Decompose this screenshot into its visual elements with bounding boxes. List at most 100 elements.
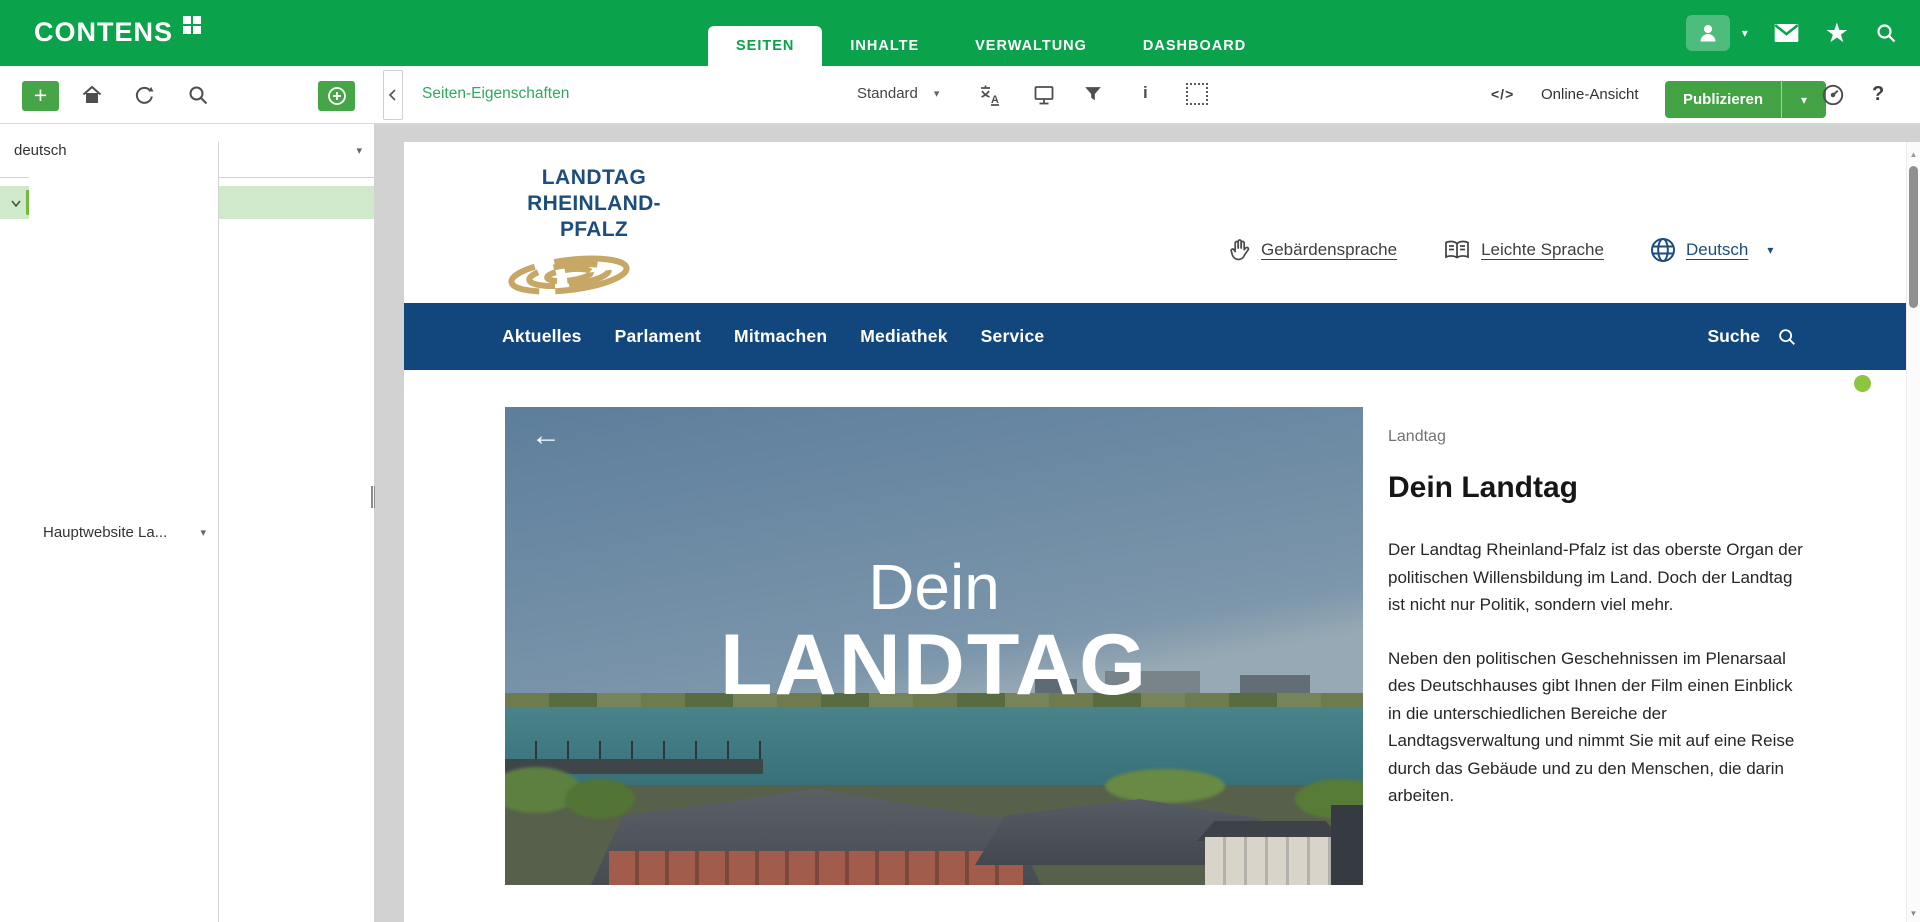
easy-language-label: Leichte Sprache	[1481, 240, 1604, 260]
preview-panel: LANDTAG RHEINLAND-PFALZ	[375, 124, 1920, 922]
brand-text: CONTENS	[34, 14, 173, 50]
site-logo-line1: LANDTAG	[502, 165, 686, 191]
chevron-left-icon	[388, 88, 398, 102]
refresh-icon[interactable]	[132, 83, 156, 107]
toolbar: + Seiten	[0, 66, 1920, 124]
favorites-star-icon[interactable]: ★	[1825, 20, 1849, 47]
hero-deutschhaus-facade	[609, 851, 1023, 885]
layout-select[interactable]: Standard ▾	[857, 85, 939, 102]
easy-language-book-icon	[1442, 238, 1472, 262]
hero-title-line2: LANDTAG	[505, 619, 1363, 711]
app-header: CONTENS SEITENINHALTEVERWALTUNGDASHBOARD…	[0, 0, 1920, 66]
new-page-button[interactable]: +	[22, 81, 59, 111]
global-search-icon[interactable]	[1874, 21, 1898, 45]
preview-monitor-icon[interactable]	[1032, 83, 1056, 107]
sign-language-hand-icon	[1228, 237, 1252, 263]
filter-icon[interactable]	[1082, 83, 1104, 105]
landtag-swirl-icon	[502, 251, 636, 299]
tab-seiten[interactable]: SEITEN	[708, 26, 822, 66]
tree-filters: Hauptwebsite La... ▾ deutsch ▾	[0, 124, 374, 178]
article-paragraph-1: Der Landtag Rheinland-Pfalz ist das ober…	[1388, 536, 1808, 619]
content-status-dot	[1854, 375, 1871, 392]
sign-language-link[interactable]: Gebärdensprache	[1228, 237, 1397, 263]
hero-video-still: ← Dein LANDTAG	[505, 407, 1363, 885]
language-switcher[interactable]: Deutsch ▾	[1649, 236, 1773, 264]
caret-down-icon: ▾	[1801, 93, 1807, 107]
tab-verwaltung[interactable]: VERWALTUNG	[947, 26, 1115, 66]
contens-cms-app: CONTENS SEITENINHALTEVERWALTUNGDASHBOARD…	[0, 0, 1920, 922]
sign-language-label: Gebärdensprache	[1261, 240, 1397, 260]
website-preview: LANDTAG RHEINLAND-PFALZ	[404, 142, 1906, 922]
site-meta-links: Gebärdensprache Leichte Sprache	[1228, 235, 1773, 265]
main-tabs: SEITENINHALTEVERWALTUNGDASHBOARD	[708, 26, 1274, 66]
caret-down-icon: ▾	[200, 526, 206, 539]
site-search-label: Suche	[1707, 326, 1760, 347]
scroll-up-arrow[interactable]: ▲	[1907, 150, 1920, 159]
caret-down-icon: ▾	[356, 144, 362, 157]
publish-split-button: Publizieren ▾	[1665, 81, 1826, 118]
help-icon[interactable]: ?	[1872, 83, 1884, 106]
top-actions: ▾ ★	[1686, 0, 1898, 66]
breadcrumb[interactable]: Seiten-Eigenschaften	[422, 85, 569, 103]
site-search[interactable]: Suche	[1707, 326, 1798, 348]
search-icon	[1776, 326, 1798, 348]
chevron-down-icon[interactable]	[6, 197, 26, 209]
language-label: Deutsch	[1686, 240, 1748, 260]
scrollbar-thumb[interactable]	[1909, 166, 1918, 308]
plus-icon: +	[34, 84, 47, 107]
site-nav-list: Aktuelles Parlament Mitmachen Mediathek Serv…	[404, 326, 1044, 347]
site-nav-aktuelles[interactable]: Aktuelles	[502, 326, 582, 347]
site-nav-parlament[interactable]: Parlament	[615, 326, 701, 347]
marquee-select-icon[interactable]	[1186, 83, 1208, 105]
website-select-value: Hauptwebsite La...	[43, 524, 167, 541]
user-menu-caret-icon[interactable]: ▾	[1742, 26, 1748, 40]
tab-inhalte[interactable]: INHALTE	[822, 26, 947, 66]
hero-title-line1: Dein	[505, 555, 1363, 619]
code-view-icon[interactable]: </>	[1491, 86, 1514, 102]
user-icon	[1696, 21, 1720, 45]
site-logo-line2: RHEINLAND-PFALZ	[502, 191, 686, 243]
globe-icon	[1649, 236, 1677, 264]
language-select-value: deutsch	[14, 142, 67, 159]
tab-dashboard[interactable]: DASHBOARD	[1115, 26, 1274, 66]
publish-button[interactable]: Publizieren	[1665, 81, 1781, 118]
page-tree-panel: Hauptwebsite La... ▾ deutsch ▾ Startseit…	[0, 124, 375, 922]
publish-label: Publizieren	[1683, 91, 1763, 108]
language-select[interactable]: deutsch ▾	[0, 124, 374, 177]
easy-language-link[interactable]: Leichte Sprache	[1442, 238, 1604, 262]
hero-trees	[565, 779, 635, 819]
chevron-down-icon: ▾	[1767, 243, 1773, 257]
performance-gauge-icon[interactable]	[1820, 82, 1846, 108]
circled-plus-icon	[326, 85, 348, 107]
add-object-button[interactable]	[318, 81, 355, 111]
article-title: Dein Landtag	[1388, 470, 1808, 506]
article-paragraph-2: Neben den politischen Geschehnissen im P…	[1388, 645, 1808, 810]
site-nav-mediathek[interactable]: Mediathek	[860, 326, 947, 347]
website-select[interactable]: Hauptwebsite La... ▾	[29, 142, 219, 922]
contens-logo: CONTENS	[34, 14, 201, 50]
contens-grid-icon	[183, 16, 201, 34]
site-nav-service[interactable]: Service	[981, 326, 1045, 347]
hero-bridge-lamps	[505, 741, 763, 759]
preview-scrollbar: ▲ ▼	[1906, 142, 1920, 922]
back-arrow-button[interactable]: ←	[531, 419, 561, 453]
article-column: Landtag Dein Landtag Der Landtag Rheinla…	[1388, 428, 1808, 810]
online-view-link[interactable]: Online-Ansicht	[1541, 86, 1639, 103]
hero-dark-building	[1331, 805, 1363, 885]
mail-icon[interactable]	[1773, 22, 1800, 44]
home-icon[interactable]	[80, 83, 104, 107]
layout-select-value: Standard	[857, 85, 918, 102]
hero-trees	[1105, 769, 1225, 803]
info-icon[interactable]: i	[1143, 83, 1148, 103]
scroll-down-arrow[interactable]: ▼	[1907, 909, 1920, 918]
site-nav-mitmachen[interactable]: Mitmachen	[734, 326, 827, 347]
collapse-panel-button[interactable]	[383, 70, 403, 120]
user-avatar-button[interactable]	[1686, 15, 1730, 51]
hero-white-building	[1205, 837, 1335, 885]
site-logo[interactable]: LANDTAG RHEINLAND-PFALZ	[502, 165, 686, 299]
tree-search-icon[interactable]	[186, 83, 210, 107]
translate-icon[interactable]: A	[978, 83, 1002, 107]
site-main-nav: Aktuelles Parlament Mitmachen Mediathek Serv…	[404, 303, 1906, 370]
caret-down-icon: ▾	[934, 87, 940, 100]
article-kicker: Landtag	[1388, 428, 1808, 446]
